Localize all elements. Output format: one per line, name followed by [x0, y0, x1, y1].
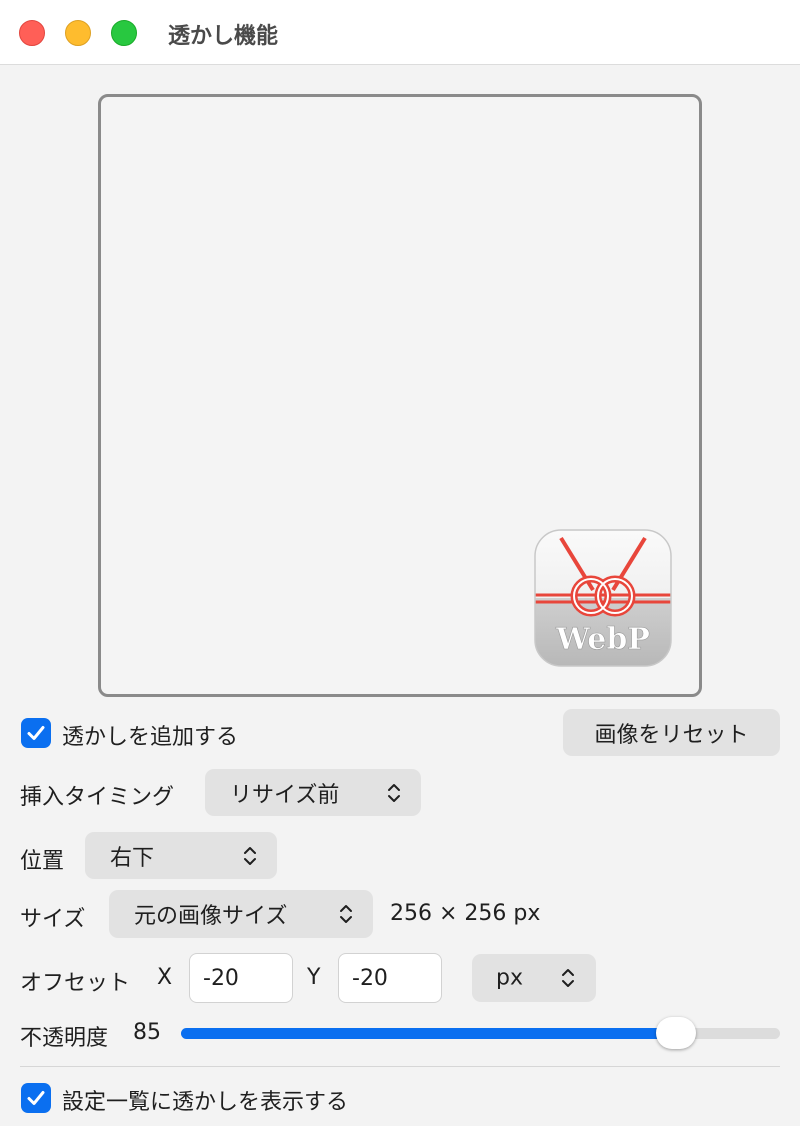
position-label: 位置: [20, 849, 65, 874]
webp-logo-text: WebP: [555, 622, 650, 657]
offset-x-input[interactable]: [203, 954, 283, 1002]
divider: [20, 1066, 780, 1067]
size-popup-button[interactable]: 元の画像サイズ: [109, 890, 373, 938]
offset-unit-value: px: [496, 965, 523, 991]
size-dimensions-text: 256 × 256 px: [390, 901, 541, 926]
show-in-list-label: 設定一覧に透かしを表示する: [62, 1090, 349, 1115]
checkmark-icon: [27, 726, 45, 740]
close-window-button[interactable]: [19, 20, 45, 46]
position-popup-button[interactable]: 右下: [85, 832, 277, 879]
webp-watermark-logo: WebP: [534, 529, 672, 667]
size-value: 元の画像サイズ: [134, 904, 288, 929]
position-value: 右下: [110, 845, 155, 871]
opacity-slider-thumb[interactable]: [656, 1017, 697, 1049]
show-in-list-checkbox[interactable]: [21, 1083, 51, 1113]
offset-y-label: Y: [307, 965, 321, 990]
offset-y-field[interactable]: [338, 953, 442, 1003]
reset-image-button[interactable]: 画像をリセット: [563, 709, 780, 756]
chevron-up-down-icon: [388, 783, 400, 802]
add-watermark-label: 透かしを追加する: [62, 725, 239, 750]
offset-unit-popup-button[interactable]: px: [472, 954, 596, 1002]
chevron-up-down-icon: [340, 905, 352, 923]
zoom-window-button[interactable]: [111, 20, 137, 46]
timing-value: リサイズ前: [230, 782, 340, 808]
timing-label: 挿入タイミング: [20, 785, 175, 810]
checkmark-icon: [27, 1091, 45, 1105]
window-title: 透かし機能: [168, 24, 279, 49]
size-label: サイズ: [20, 907, 86, 932]
chevron-up-down-icon: [244, 846, 256, 865]
opacity-label: 不透明度: [20, 1026, 109, 1051]
title-bar: 透かし機能: [0, 0, 800, 65]
offset-label: オフセット: [20, 971, 131, 996]
offset-x-field[interactable]: [189, 953, 293, 1003]
opacity-value: 85: [133, 1020, 161, 1045]
offset-x-label: X: [157, 965, 173, 990]
offset-y-input[interactable]: [352, 954, 432, 1002]
timing-popup-button[interactable]: リサイズ前: [205, 769, 421, 816]
reset-image-button-label: 画像をリセット: [594, 722, 749, 748]
minimize-window-button[interactable]: [65, 20, 91, 46]
chevron-up-down-icon: [562, 969, 574, 987]
add-watermark-checkbox[interactable]: [21, 718, 51, 748]
watermark-preview-area: WebP: [98, 94, 702, 697]
opacity-slider-fill: [181, 1028, 677, 1039]
